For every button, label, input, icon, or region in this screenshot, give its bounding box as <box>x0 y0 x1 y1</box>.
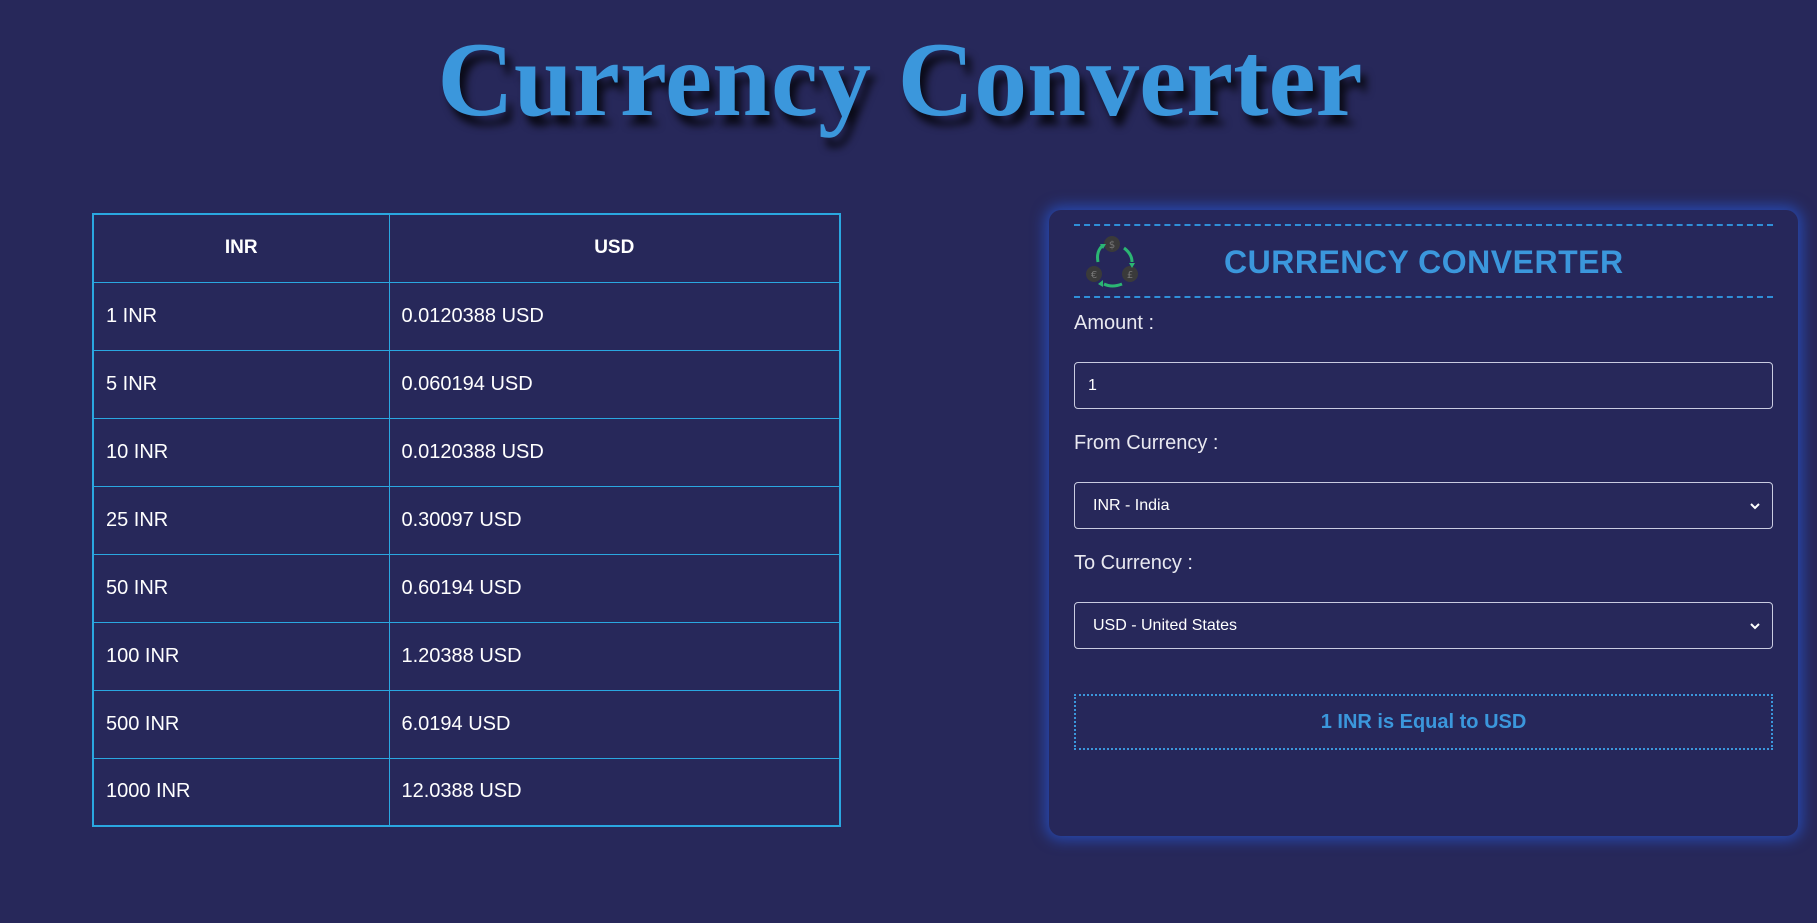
table-cell-usd: 0.060194 USD <box>388 349 841 419</box>
table-cell-usd: 0.0120388 USD <box>388 281 841 351</box>
currency-exchange-icon: $ € £ <box>1086 236 1138 288</box>
table-row: 50 INR 0.60194 USD <box>92 553 841 623</box>
to-currency-select[interactable]: USD - United States <box>1074 602 1773 649</box>
conversion-table: INR USD 1 INR 0.0120388 USD 5 INR 0.0601… <box>92 213 841 827</box>
table-row: 500 INR 6.0194 USD <box>92 689 841 759</box>
to-currency-label: To Currency : <box>1074 552 1193 574</box>
table-cell-inr: 10 INR <box>92 417 390 487</box>
page-title: Currency Converter <box>437 21 1363 138</box>
table-cell-inr: 25 INR <box>92 485 390 555</box>
table-cell-usd: 1.20388 USD <box>388 621 841 691</box>
table-header-row: INR USD <box>92 213 841 283</box>
from-currency-select[interactable]: INR - India <box>1074 482 1773 529</box>
chevron-down-icon <box>1750 502 1760 509</box>
from-currency-label: From Currency : <box>1074 432 1219 454</box>
svg-text:£: £ <box>1127 270 1133 281</box>
table-cell-usd: 6.0194 USD <box>388 689 841 759</box>
converter-header: $ € £ CURRENCY CONVERTER <box>1074 224 1773 298</box>
amount-input[interactable] <box>1074 362 1773 409</box>
svg-text:$: $ <box>1109 240 1115 251</box>
svg-text:€: € <box>1091 270 1097 281</box>
chevron-down-icon <box>1750 622 1760 629</box>
to-currency-value: USD - United States <box>1093 616 1238 634</box>
table-cell-usd: 0.30097 USD <box>388 485 841 555</box>
from-currency-value: INR - India <box>1093 496 1170 514</box>
table-cell-inr: 100 INR <box>92 621 390 691</box>
table-cell-inr: 50 INR <box>92 553 390 623</box>
table-cell-usd: 0.0120388 USD <box>388 417 841 487</box>
converter-title: CURRENCY CONVERTER <box>1224 244 1624 280</box>
page: Currency Converter INR USD 1 INR 0.01203… <box>0 0 1817 923</box>
table-cell-inr: 500 INR <box>92 689 390 759</box>
table-header-usd: USD <box>388 213 841 283</box>
table-row: 1 INR 0.0120388 USD <box>92 281 841 351</box>
table-row: 25 INR 0.30097 USD <box>92 485 841 555</box>
table-cell-inr: 1000 INR <box>92 757 390 827</box>
table-row: 10 INR 0.0120388 USD <box>92 417 841 487</box>
table-cell-usd: 12.0388 USD <box>388 757 841 827</box>
table-header-inr: INR <box>92 213 390 283</box>
table-cell-inr: 1 INR <box>92 281 390 351</box>
table-cell-inr: 5 INR <box>92 349 390 419</box>
amount-label: Amount : <box>1074 312 1155 334</box>
converter-card: $ € £ CURRENCY CONVERTER Amount : From C… <box>1049 210 1798 836</box>
table-cell-usd: 0.60194 USD <box>388 553 841 623</box>
table-row: 100 INR 1.20388 USD <box>92 621 841 691</box>
table-row: 5 INR 0.060194 USD <box>92 349 841 419</box>
conversion-result: 1 INR is Equal to USD <box>1074 694 1773 750</box>
table-row: 1000 INR 12.0388 USD <box>92 757 841 827</box>
